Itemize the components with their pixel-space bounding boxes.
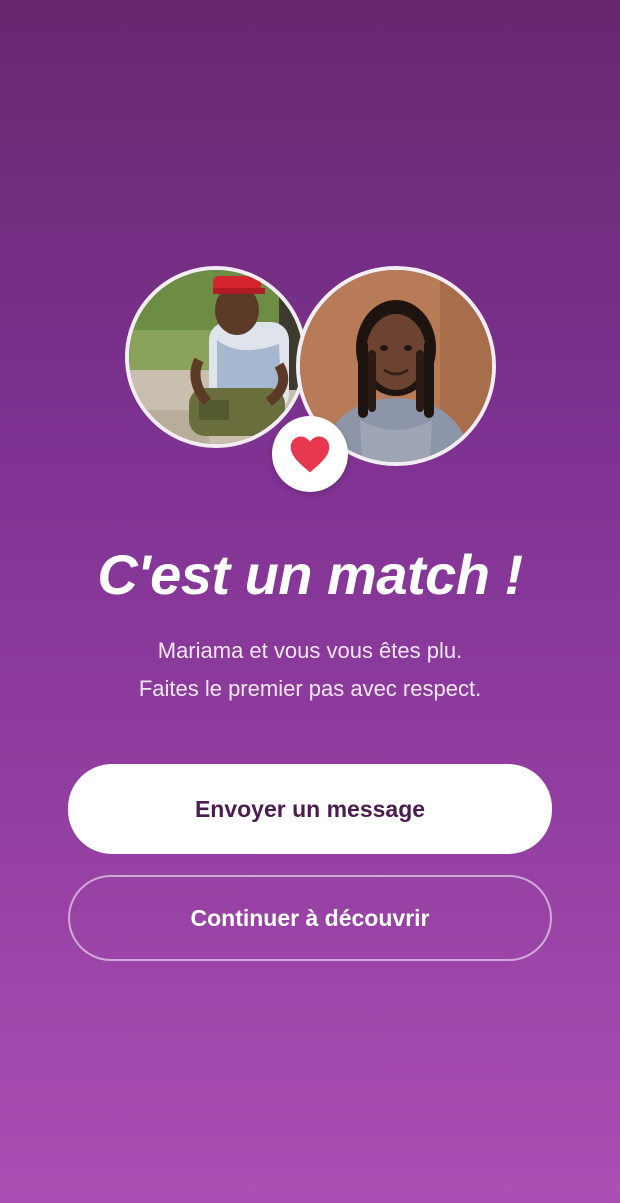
match-screen: C'est un match ! Mariama et vous vous êt…	[0, 0, 620, 1203]
send-message-button-label: Envoyer un message	[194, 795, 426, 822]
user-avatar	[125, 266, 307, 448]
continue-discovering-button[interactable]: Continuer à découvrir	[68, 875, 552, 961]
heart-icon	[289, 434, 331, 474]
send-message-button[interactable]: Envoyer un message	[68, 764, 552, 854]
heart-badge	[272, 416, 348, 492]
continue-discovering-button-label: Continuer à découvrir	[190, 904, 430, 931]
match-avatars	[0, 0, 620, 520]
match-title: C'est un match !	[97, 543, 523, 606]
match-subtitle: Mariama et vous vous êtes plu. Faites le…	[0, 632, 620, 708]
match-subtitle-line-1: Mariama et vous vous êtes plu.	[157, 638, 463, 663]
match-subtitle-line-2: Faites le premier pas avec respect.	[138, 676, 482, 701]
